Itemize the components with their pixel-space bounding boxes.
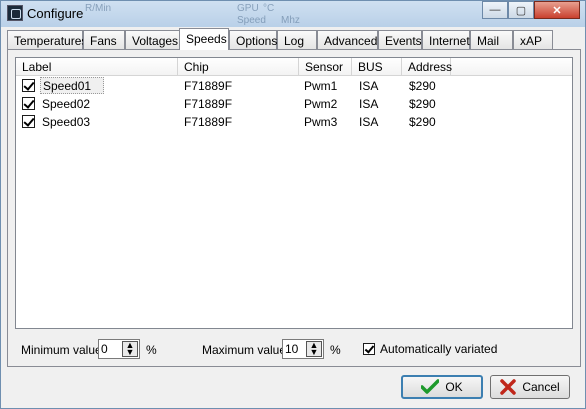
- ok-button[interactable]: OK: [401, 375, 483, 399]
- app-icon: [7, 5, 23, 21]
- row-chip: F71889F: [184, 79, 233, 93]
- list-header: Label Chip Sensor BUS Address: [16, 58, 572, 76]
- tab-advanced[interactable]: Advanced: [317, 30, 378, 49]
- tab-log[interactable]: Log: [277, 30, 317, 49]
- cancel-button[interactable]: Cancel: [490, 375, 570, 399]
- background-text: Mhz: [281, 15, 300, 26]
- table-row[interactable]: Speed02 F71889F Pwm2 ISA $290: [16, 95, 572, 113]
- max-value-label: Maximum value: [202, 343, 287, 357]
- window-title: Configure: [27, 6, 84, 21]
- spin-arrows-icon[interactable]: ▲ ▼: [306, 341, 322, 357]
- cross-icon: [500, 379, 517, 395]
- row-label: Speed03: [42, 115, 91, 129]
- tab-events[interactable]: Events: [378, 30, 422, 49]
- check-icon: [421, 379, 440, 394]
- row-checkbox[interactable]: [22, 79, 35, 92]
- tab-speeds[interactable]: Speeds: [179, 28, 229, 50]
- tab-xap[interactable]: xAP: [513, 30, 553, 49]
- row-chip: F71889F: [184, 97, 233, 111]
- row-address: $290: [409, 79, 436, 93]
- row-address: $290: [409, 97, 436, 111]
- table-row[interactable]: Speed01 F71889F Pwm1 ISA $290: [16, 77, 572, 95]
- background-text: Speed: [237, 15, 266, 26]
- row-sensor: Pwm3: [304, 115, 338, 129]
- max-value-spinner[interactable]: 10 ▲ ▼: [282, 339, 324, 359]
- auto-variated-checkbox[interactable]: [363, 343, 375, 355]
- min-unit: %: [146, 343, 157, 357]
- table-row[interactable]: Speed03 F71889F Pwm3 ISA $290: [16, 113, 572, 131]
- row-chip: F71889F: [184, 115, 233, 129]
- row-sensor: Pwm2: [304, 97, 338, 111]
- background-text: R/Min: [85, 3, 112, 14]
- row-bus: ISA: [359, 115, 379, 129]
- tab-temperatures[interactable]: Temperatures: [7, 30, 87, 49]
- tab-internet[interactable]: Internet: [422, 30, 470, 49]
- minimize-button[interactable]: —: [482, 1, 508, 19]
- column-sensor[interactable]: Sensor: [299, 58, 352, 75]
- column-bus[interactable]: BUS: [352, 58, 402, 75]
- speeds-list[interactable]: Label Chip Sensor BUS Address Speed01 F7…: [15, 57, 573, 329]
- row-bus: ISA: [359, 79, 379, 93]
- tab-options[interactable]: Options: [229, 30, 277, 49]
- row-label: Speed01: [40, 77, 104, 94]
- max-unit: %: [330, 343, 341, 357]
- row-label: Speed02: [42, 97, 91, 111]
- configure-window: Configure R/Min GPU °C Speed Mhz — ▢ ✕ T…: [0, 0, 586, 409]
- title-bar[interactable]: Configure R/Min GPU °C Speed Mhz — ▢ ✕: [1, 1, 585, 27]
- column-label[interactable]: Label: [16, 58, 178, 75]
- column-chip[interactable]: Chip: [178, 58, 299, 75]
- max-value-input[interactable]: 10: [285, 342, 298, 356]
- tab-fans[interactable]: Fans: [83, 30, 125, 49]
- speeds-panel: Label Chip Sensor BUS Address Speed01 F7…: [7, 49, 581, 367]
- background-text: °C: [263, 3, 275, 14]
- tab-mail[interactable]: Mail: [470, 30, 513, 49]
- close-button[interactable]: ✕: [534, 1, 580, 19]
- maximize-button[interactable]: ▢: [508, 1, 534, 19]
- row-bus: ISA: [359, 97, 379, 111]
- tab-voltages[interactable]: Voltages: [125, 30, 181, 49]
- min-value-input[interactable]: 0: [101, 342, 108, 356]
- spin-arrows-icon[interactable]: ▲ ▼: [122, 341, 138, 357]
- cancel-label: Cancel: [522, 380, 560, 394]
- min-value-spinner[interactable]: 0 ▲ ▼: [98, 339, 140, 359]
- column-address[interactable]: Address: [402, 58, 452, 75]
- background-text: GPU: [237, 3, 259, 14]
- auto-variated-label[interactable]: Automatically variated: [380, 342, 497, 356]
- row-checkbox[interactable]: [22, 97, 35, 110]
- row-checkbox[interactable]: [22, 115, 35, 128]
- min-value-label: Minimum value: [21, 343, 102, 357]
- ok-label: OK: [445, 380, 463, 394]
- row-address: $290: [409, 115, 436, 129]
- row-sensor: Pwm1: [304, 79, 338, 93]
